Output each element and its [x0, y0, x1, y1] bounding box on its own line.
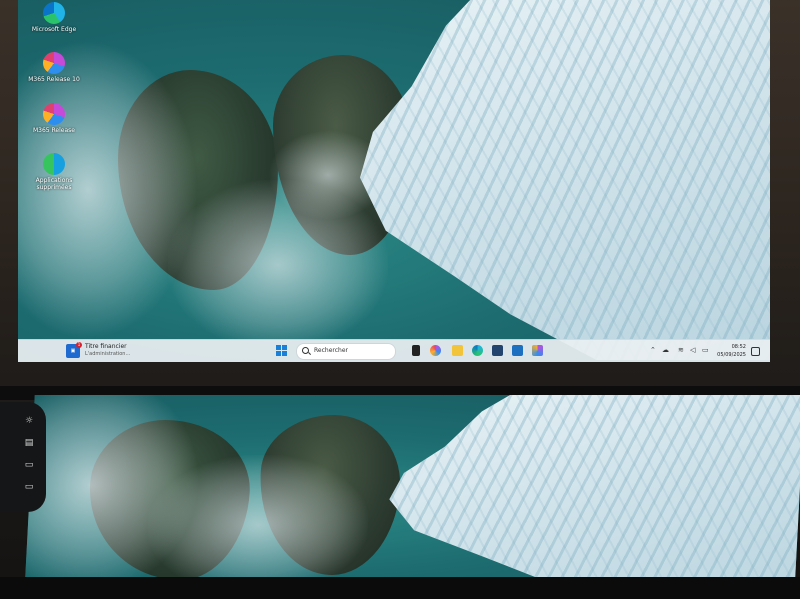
clock-date: 05/09/2025 [717, 352, 746, 358]
copilot-icon[interactable] [430, 345, 441, 356]
window-icon[interactable]: ▤ [22, 438, 36, 448]
m365-icon [43, 52, 65, 74]
search-placeholder: Rechercher [314, 347, 348, 354]
desktop-icon-label: Microsoft Edge [31, 26, 77, 33]
volume-icon[interactable]: ◁ [690, 346, 695, 354]
chevron-up-icon[interactable]: ⌃ [650, 346, 656, 354]
desktop-icon-m365[interactable]: M365 Release [24, 103, 84, 134]
desktop-icon-m365-10[interactable]: M365 Release 10 [24, 52, 84, 83]
bottom-bezel [0, 577, 800, 599]
m365-icon[interactable] [532, 345, 543, 356]
control-dock: ☼ ▤ ▭ ▭ [0, 402, 46, 512]
widget-subtitle: L'administration... [85, 351, 131, 357]
task-view-icon[interactable] [412, 345, 420, 356]
news-widget[interactable]: ▣ 1 Titre financier L'administration... [66, 342, 196, 359]
battery-icon[interactable]: ▭ [702, 346, 709, 354]
desktop-icon-apps[interactable]: Applications supprimées [24, 153, 84, 191]
display-icon[interactable]: ▭ [22, 482, 36, 492]
brightness-icon[interactable]: ☼ [22, 416, 36, 426]
taskbar: ▣ 1 Titre financier L'administration... … [18, 339, 770, 362]
system-tray: ⌃ ☁ ≋ ◁ ▭ 08:52 05/09/2025 [644, 342, 764, 360]
second-screen [25, 395, 800, 577]
desktop-screen: Microsoft Edge M365 Release 10 M365 Rele… [18, 0, 770, 362]
wifi-icon[interactable]: ≋ [678, 346, 684, 354]
notification-badge: 1 [76, 342, 82, 348]
wallpaper-mist [268, 130, 388, 220]
clock[interactable]: 08:52 05/09/2025 [717, 343, 746, 359]
outlook-icon[interactable] [512, 345, 523, 356]
desktop-icon-edge[interactable]: Microsoft Edge [24, 2, 84, 33]
wallpaper [25, 395, 800, 577]
upper-display: Microsoft Edge M365 Release 10 M365 Rele… [0, 0, 800, 390]
cloud-icon[interactable]: ☁ [662, 346, 669, 354]
edge-icon [43, 2, 65, 24]
apps-icon [43, 153, 65, 175]
search-icon [302, 347, 309, 354]
file-explorer-icon[interactable] [452, 345, 463, 356]
clock-time: 08:52 [731, 344, 746, 350]
store-icon[interactable] [492, 345, 503, 356]
edge-icon[interactable] [472, 345, 483, 356]
desktop-icon-label: Applications supprimées [35, 177, 73, 191]
wallpaper [18, 0, 770, 362]
desktop-icon-label: M365 Release [33, 127, 75, 134]
notifications-icon[interactable] [751, 347, 760, 356]
start-button[interactable] [276, 345, 287, 356]
widget-title: Titre financier [85, 343, 127, 350]
search-box[interactable]: Rechercher [296, 343, 396, 360]
m365-icon [43, 103, 65, 125]
desktop-icon-label: M365 Release 10 [28, 76, 80, 83]
wallpaper-mist [144, 455, 372, 577]
keyboard-icon[interactable]: ▭ [22, 460, 36, 470]
